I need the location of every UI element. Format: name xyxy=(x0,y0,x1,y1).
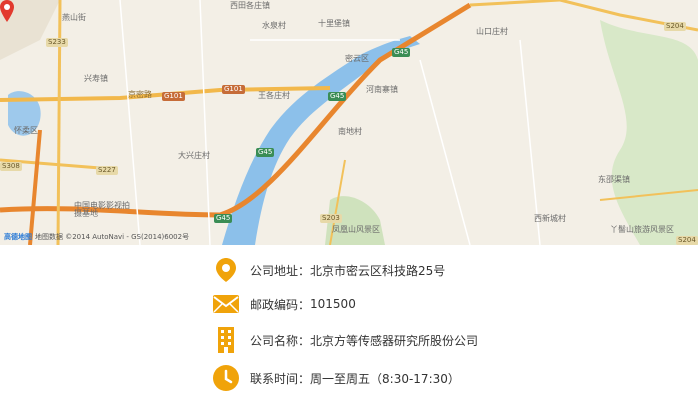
map-label-miyun: 密云区 xyxy=(345,54,369,63)
contact-row-hours: 联系时间： 周一至周五（8:30-17:30） xyxy=(212,363,460,393)
envelope-icon xyxy=(212,290,240,318)
location-pin-icon xyxy=(212,256,240,284)
hill-east xyxy=(600,20,698,245)
map-label-xingshou: 兴寿镇 xyxy=(84,74,108,83)
contact-info: 公司地址： 北京市密云区科技路25号 邮政编码： 101500 公司名称： 北京方等传… xyxy=(0,245,698,417)
shield-s204-b: S204 xyxy=(676,236,698,245)
road-s233 xyxy=(56,0,62,245)
map-label-dongzhuang: 东邵渠镇 xyxy=(598,175,630,184)
map-label-heyinglu: 河南寨镇 xyxy=(366,85,398,94)
map-copyright: 高德地图 地图数据 ©2014 AutoNavi - GS(2014)6002号 xyxy=(4,234,189,241)
shield-s233: S233 xyxy=(46,38,68,47)
map-provider-logo: 高德地图 xyxy=(4,233,32,241)
postcode-label: 邮政编码： xyxy=(250,297,311,312)
map-label-film-base: 中国电影影视拍摄基地 xyxy=(74,201,130,218)
contact-row-address: 公司地址： 北京市密云区科技路25号 xyxy=(212,255,445,285)
shield-s308: S308 xyxy=(0,162,22,171)
hours-label: 联系时间： xyxy=(250,371,311,386)
shield-g45-a: G45 xyxy=(392,48,411,57)
map-copyright-text: 地图数据 ©2014 AutoNavi - GS(2014)6002号 xyxy=(35,233,190,241)
shield-s203: S203 xyxy=(320,214,342,223)
map-view[interactable]: 怀柔区 燕山街 水泉村 十里堡镇 山口庄村 西田各庄镇 京密路 王各庄村 河南寨… xyxy=(0,0,698,245)
clock-icon xyxy=(212,364,240,392)
company-label: 公司名称： xyxy=(250,333,311,348)
map-label-jingmi: 京密路 xyxy=(128,90,152,99)
address-label: 公司地址： xyxy=(250,263,311,278)
map-label-xixincheng: 西新城村 xyxy=(534,214,566,223)
company-value: 北京方等传感器研究所股份公司 xyxy=(310,333,479,348)
map-label-yanshan: 燕山街 xyxy=(62,13,86,22)
building-icon xyxy=(212,326,240,354)
contact-row-postcode: 邮政编码： 101500 xyxy=(212,289,356,319)
shield-g101-b: G101 xyxy=(222,85,245,94)
map-label-nandi: 南地村 xyxy=(338,127,362,136)
map-label-wangge: 王各庄村 xyxy=(258,91,290,100)
map-label-fenghuang: 凤凰山风景区 xyxy=(332,225,380,234)
map-marker-icon[interactable] xyxy=(0,0,14,22)
road-north xyxy=(469,0,561,7)
shield-g45-c: G45 xyxy=(256,148,275,157)
map-label-yaji: 丫髻山旅游风景区 xyxy=(610,225,674,234)
shield-s204-a: S204 xyxy=(664,22,686,31)
map-label-shiyuanzhuang: 十里堡镇 xyxy=(318,19,350,28)
postcode-value: 101500 xyxy=(310,297,356,311)
address-value: 北京市密云区科技路25号 xyxy=(310,263,446,278)
map-label-xiyuan: 西田各庄镇 xyxy=(230,1,270,10)
map-label-huairou: 怀柔区 xyxy=(14,126,38,135)
contact-row-company: 公司名称： 北京方等传感器研究所股份公司 xyxy=(212,325,478,355)
shield-s227: S227 xyxy=(96,166,118,175)
road-g45 xyxy=(0,2,472,218)
hours-value: 周一至周五（8:30-17:30） xyxy=(310,371,460,386)
map-label-shuiquan: 水泉村 xyxy=(262,21,286,30)
map-label-daxing: 大兴庄村 xyxy=(178,151,210,160)
shield-g45-d: G45 xyxy=(214,214,233,223)
map-label-shanxishizhuang: 山口庄村 xyxy=(476,27,508,36)
shield-g101-a: G101 xyxy=(162,92,185,101)
shield-g45-b: G45 xyxy=(328,92,347,101)
road-local xyxy=(28,129,42,245)
